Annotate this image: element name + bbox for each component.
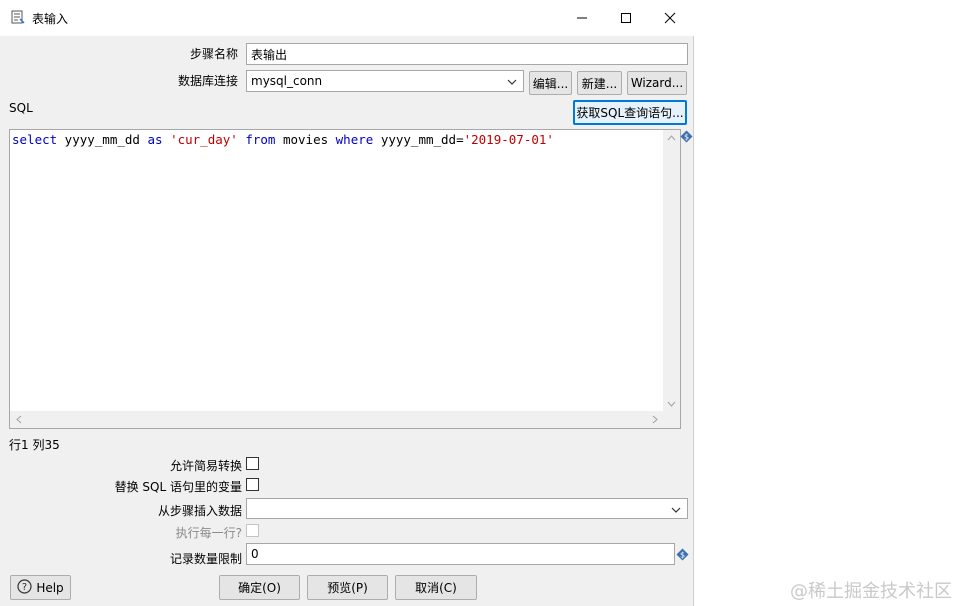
variable-dollar-icon: $ (676, 548, 689, 561)
replace-variables-checkbox[interactable] (246, 478, 259, 491)
sql-token: as (147, 132, 163, 147)
execute-each-row-checkbox[interactable] (246, 524, 259, 537)
sql-horizontal-scrollbar[interactable] (10, 411, 664, 428)
scroll-corner (663, 411, 680, 428)
chevron-up-icon (667, 135, 676, 141)
sql-token: '2019-07-01' (463, 132, 554, 147)
chevron-down-icon (667, 401, 676, 407)
edit-connection-button[interactable]: 编辑... (529, 71, 572, 95)
cursor-position: 行1 列35 (9, 438, 60, 452)
execute-each-row-label: 执行每一行? (175, 526, 242, 540)
table-input-icon (11, 10, 25, 25)
sql-token: yyyy_mm_dd (57, 132, 148, 147)
step-name-value: 表输出 (251, 47, 288, 62)
sql-label: SQL (9, 101, 33, 115)
new-connection-button[interactable]: 新建... (577, 71, 622, 95)
sql-token: movies (275, 132, 336, 147)
allow-lazy-conversion-label: 允许简易转换 (169, 459, 242, 473)
replace-variables-label: 替换 SQL 语句里的变量 (114, 480, 242, 494)
help-button[interactable]: ? Help (10, 575, 71, 600)
sql-token: 'cur_day' (170, 132, 238, 147)
db-connection-select[interactable]: mysql_conn (246, 70, 524, 92)
get-sql-button[interactable]: 获取SQL查询语句... (573, 100, 687, 125)
ok-button[interactable]: 确定(O) (219, 575, 300, 600)
db-connection-value: mysql_conn (251, 74, 323, 88)
watermark: @稀土掘金技术社区 (790, 581, 952, 602)
sql-token: select (12, 132, 58, 147)
insert-from-step-select[interactable] (246, 498, 688, 519)
chevron-left-icon (16, 415, 22, 424)
svg-text:$: $ (680, 551, 685, 560)
title-bar[interactable]: 表输入 (0, 0, 694, 36)
chevron-down-icon (671, 502, 681, 516)
sql-editor[interactable]: select yyyy_mm_dd as 'cur_day' from movi… (9, 129, 681, 429)
chevron-right-icon (652, 415, 658, 424)
sql-token: where (335, 132, 374, 147)
wizard-button[interactable]: Wizard... (627, 71, 687, 95)
sql-token: yyyy_mm_dd= (373, 132, 464, 147)
help-label: Help (36, 580, 64, 595)
window-title: 表输入 (32, 12, 69, 26)
step-name-label: 步骤名称 (189, 47, 238, 61)
chevron-down-icon (507, 74, 517, 88)
svg-text:$: $ (684, 133, 689, 142)
cancel-button[interactable]: 取消(C) (395, 575, 477, 600)
step-name-input[interactable]: 表输出 (246, 43, 688, 65)
sql-line-1: select yyyy_mm_dd as 'cur_day' from movi… (12, 132, 554, 147)
svg-text:?: ? (22, 582, 27, 593)
sql-vertical-scrollbar[interactable] (663, 130, 680, 412)
record-limit-label: 记录数量限制 (169, 552, 242, 566)
record-limit-input[interactable]: 0 (246, 543, 675, 565)
preview-button[interactable]: 预览(P) (307, 575, 388, 600)
variable-dollar-icon: $ (680, 130, 693, 143)
table-input-dialog: 表输入 步骤名称 表输出 数据库连接 mysql_conn 编辑... 新建..… (0, 0, 694, 606)
record-limit-value: 0 (251, 547, 259, 561)
allow-lazy-conversion-checkbox[interactable] (246, 457, 259, 470)
close-icon (664, 12, 676, 24)
minimize-button[interactable] (560, 6, 604, 30)
db-connection-label: 数据库连接 (177, 74, 238, 88)
insert-from-step-label: 从步骤插入数据 (157, 504, 242, 518)
close-button[interactable] (648, 6, 692, 30)
sql-token: from (245, 132, 276, 147)
maximize-button[interactable] (604, 6, 648, 30)
help-icon: ? (17, 578, 32, 597)
